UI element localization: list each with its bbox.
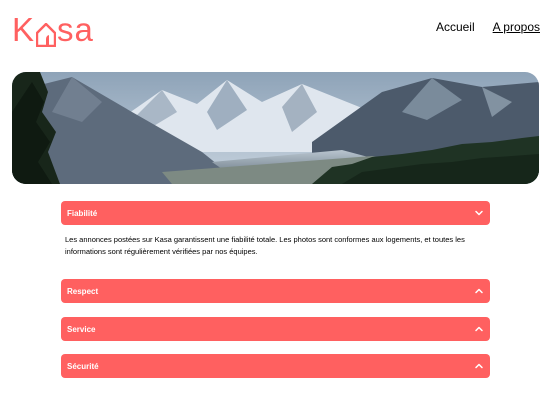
accordion-content: Les annonces postées sur Kasa garantisse… [65,235,465,256]
kasa-logo[interactable]: K sa [12,6,94,48]
chevron-up-icon[interactable] [474,286,484,296]
accordion-service: Service [61,317,490,341]
accordion-title: Service [67,324,96,334]
accordion-respect: Respect [61,279,490,303]
main-nav: Accueil A propos [436,20,540,34]
nav-link-accueil[interactable]: Accueil [436,20,475,34]
accordion-fiabilite: Fiabilité Les annonces postées sur Kasa … [61,201,490,258]
accordion-securite: Sécurité [61,354,490,378]
mountain-landscape-image [12,72,539,184]
accordion-header-securite[interactable]: Sécurité [61,354,490,378]
chevron-up-icon[interactable] [474,361,484,371]
accordion-title: Fiabilité [67,208,98,218]
accordion-header-respect[interactable]: Respect [61,279,490,303]
logo-letters-sa: sa [57,11,94,48]
chevron-down-icon[interactable] [474,208,484,218]
accordion-title: Sécurité [67,361,99,371]
accordion-header-fiabilite[interactable]: Fiabilité [61,201,490,225]
chevron-up-icon[interactable] [474,324,484,334]
house-icon [35,19,57,48]
accordion-header-service[interactable]: Service [61,317,490,341]
nav-link-a-propos[interactable]: A propos [493,20,540,34]
banner-image [12,72,539,184]
logo-letter-k: K [12,11,36,48]
accordion-title: Respect [67,286,99,296]
